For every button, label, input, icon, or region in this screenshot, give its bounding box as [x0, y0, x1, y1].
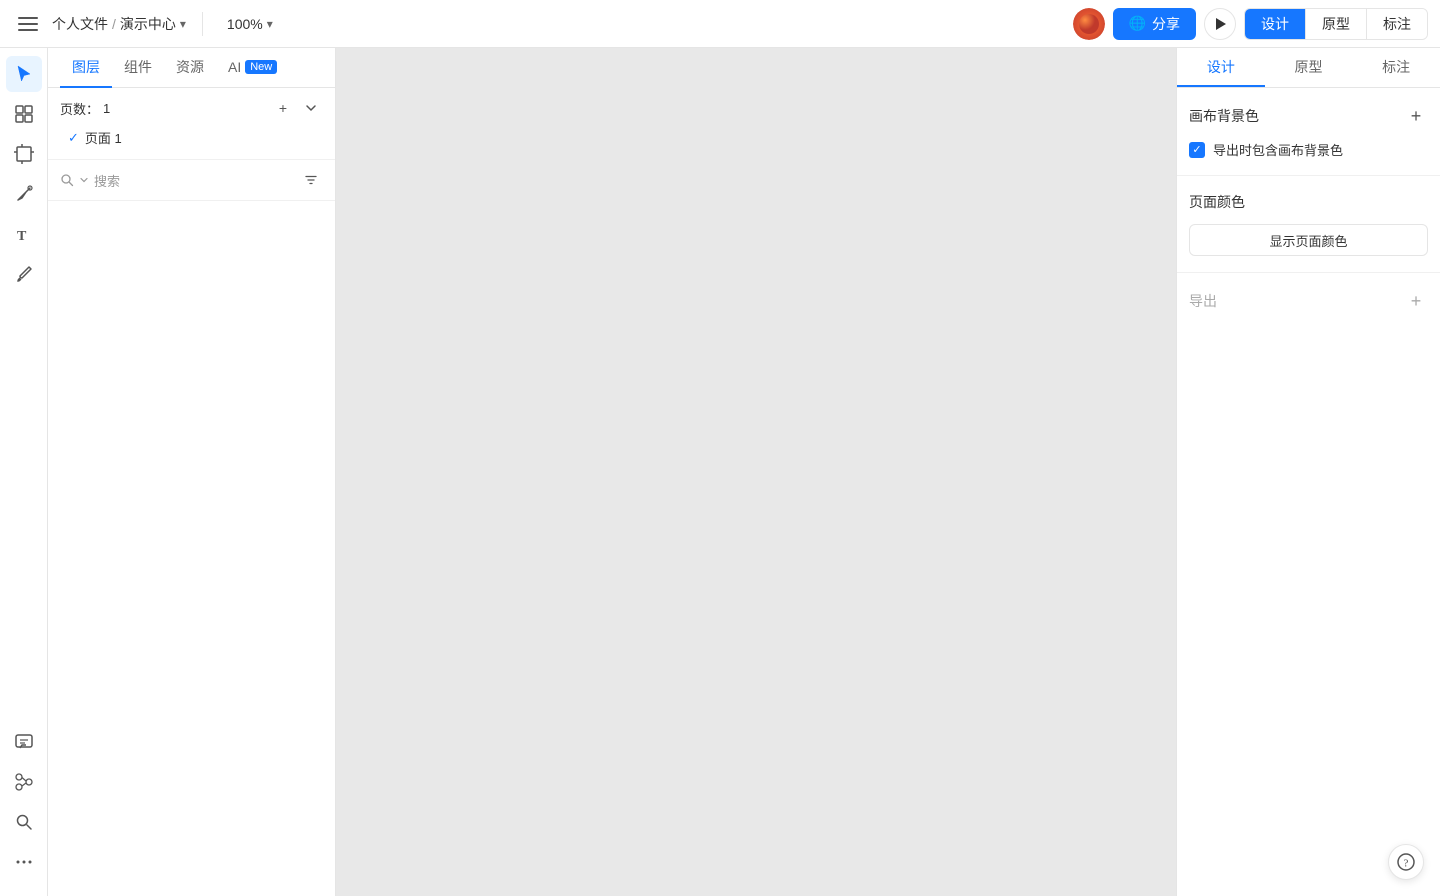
right-panel: 设计 原型 标注 画布背景色 + 导出时包含画布背景色 页面颜色 显示页面颜色: [1176, 48, 1440, 896]
export-canvas-bg-label: 导出时包含画布背景色: [1213, 140, 1343, 159]
frame-tool-button[interactable]: [6, 136, 42, 172]
tab-prototype[interactable]: 原型: [1306, 9, 1367, 39]
topbar: 个人文件 / 演示中心 ▾ 100% ▾: [0, 0, 1440, 48]
svg-text:?: ?: [1404, 858, 1409, 870]
search-placeholder: 搜索: [94, 171, 120, 190]
breadcrumb-separator: /: [112, 16, 116, 32]
panel-tabs: 图层 组件 资源 AI New: [48, 48, 335, 88]
tab-assets[interactable]: 资源: [164, 48, 216, 88]
pages-header: 页数： 1 +: [60, 96, 323, 120]
search-icon-wrap: [60, 173, 90, 187]
right-tab-design[interactable]: 设计: [1177, 48, 1265, 87]
brush-tool-button[interactable]: [6, 256, 42, 292]
search-filter-button[interactable]: [299, 168, 323, 192]
menu-icon[interactable]: [12, 8, 44, 40]
play-button[interactable]: [1204, 8, 1236, 40]
page-item-label: 页面 1: [85, 128, 122, 147]
tab-components[interactable]: 组件: [112, 48, 164, 88]
grid-tool-button[interactable]: [6, 96, 42, 132]
canvas-bg-title: 画布背景色: [1189, 106, 1259, 126]
section-divider-1: [1177, 175, 1440, 176]
mode-tab-group: 设计 原型 标注: [1244, 8, 1428, 40]
globe-icon: 🌐: [1129, 15, 1146, 32]
zoom-chevron-icon: ▾: [267, 17, 273, 31]
pages-actions: +: [271, 96, 323, 120]
page-item[interactable]: ✓ 页面 1: [60, 124, 323, 151]
topbar-divider: [202, 12, 203, 36]
page-color-section: 页面颜色 显示页面颜色: [1189, 192, 1428, 256]
left-panel: 图层 组件 资源 AI New 页数： 1 +: [48, 48, 336, 896]
help-button[interactable]: ?: [1388, 844, 1424, 880]
breadcrumb-current: 演示中心 ▾: [120, 14, 186, 34]
breadcrumb-home: 个人文件: [52, 14, 108, 34]
zoom-level: 100%: [227, 16, 263, 32]
right-panel-content: 画布背景色 + 导出时包含画布背景色 页面颜色 显示页面颜色 导出 +: [1177, 88, 1440, 896]
topbar-left: 个人文件 / 演示中心 ▾ 100% ▾: [12, 8, 716, 40]
right-panel-tabs: 设计 原型 标注: [1177, 48, 1440, 88]
tab-ai[interactable]: AI New: [216, 48, 289, 88]
section-divider-2: [1177, 272, 1440, 273]
right-tab-mark[interactable]: 标注: [1352, 48, 1440, 87]
show-page-color-button[interactable]: 显示页面颜色: [1189, 224, 1428, 256]
tab-mark[interactable]: 标注: [1367, 9, 1427, 39]
share-button[interactable]: 🌐 分享: [1113, 8, 1196, 40]
tab-design[interactable]: 设计: [1245, 9, 1306, 39]
avatar-inner: [1073, 8, 1105, 40]
export-section: 导出 +: [1189, 289, 1428, 313]
canvas-area[interactable]: [336, 48, 1176, 896]
zoom-control[interactable]: 100% ▾: [219, 12, 281, 36]
search-box[interactable]: 搜索: [60, 171, 295, 190]
canvas-bg-section-header: 画布背景色 +: [1189, 104, 1428, 128]
left-toolbar: T: [0, 48, 48, 896]
search-section: 搜索: [48, 160, 335, 201]
ai-new-badge: New: [245, 60, 277, 74]
add-export-button[interactable]: +: [1404, 289, 1428, 313]
tab-layers[interactable]: 图层: [60, 48, 112, 88]
collapse-pages-button[interactable]: [299, 96, 323, 120]
page-color-title: 页面颜色: [1189, 192, 1428, 212]
topbar-right: 🌐 分享 设计 原型 标注: [724, 8, 1428, 40]
breadcrumb[interactable]: 个人文件 / 演示中心 ▾: [52, 14, 186, 34]
panel-content: [48, 201, 335, 896]
main-layout: T: [0, 48, 1440, 896]
chevron-down-icon: ▾: [180, 17, 186, 31]
export-canvas-bg-checkbox[interactable]: [1189, 142, 1205, 158]
pages-count: 1: [103, 101, 110, 116]
select-tool-button[interactable]: [6, 56, 42, 92]
add-canvas-bg-button[interactable]: +: [1404, 104, 1428, 128]
more-options-button[interactable]: [6, 844, 42, 880]
text-tool-button[interactable]: T: [6, 216, 42, 252]
add-page-button[interactable]: +: [271, 96, 295, 120]
pen-tool-button[interactable]: [6, 176, 42, 212]
export-header: 导出 +: [1189, 289, 1428, 313]
avatar[interactable]: [1073, 8, 1105, 40]
export-title: 导出: [1189, 291, 1217, 311]
svg-text:T: T: [17, 229, 27, 244]
pages-title: 页数： 1: [60, 99, 110, 118]
search-tool-button[interactable]: [6, 804, 42, 840]
export-canvas-bg-row: 导出时包含画布背景色: [1189, 140, 1428, 159]
pages-section: 页数： 1 + ✓ 页面 1: [48, 88, 335, 160]
connect-tool-button[interactable]: [6, 764, 42, 800]
right-tab-prototype[interactable]: 原型: [1265, 48, 1353, 87]
page-check-icon: ✓: [68, 130, 79, 146]
comment-tool-button[interactable]: [6, 724, 42, 760]
